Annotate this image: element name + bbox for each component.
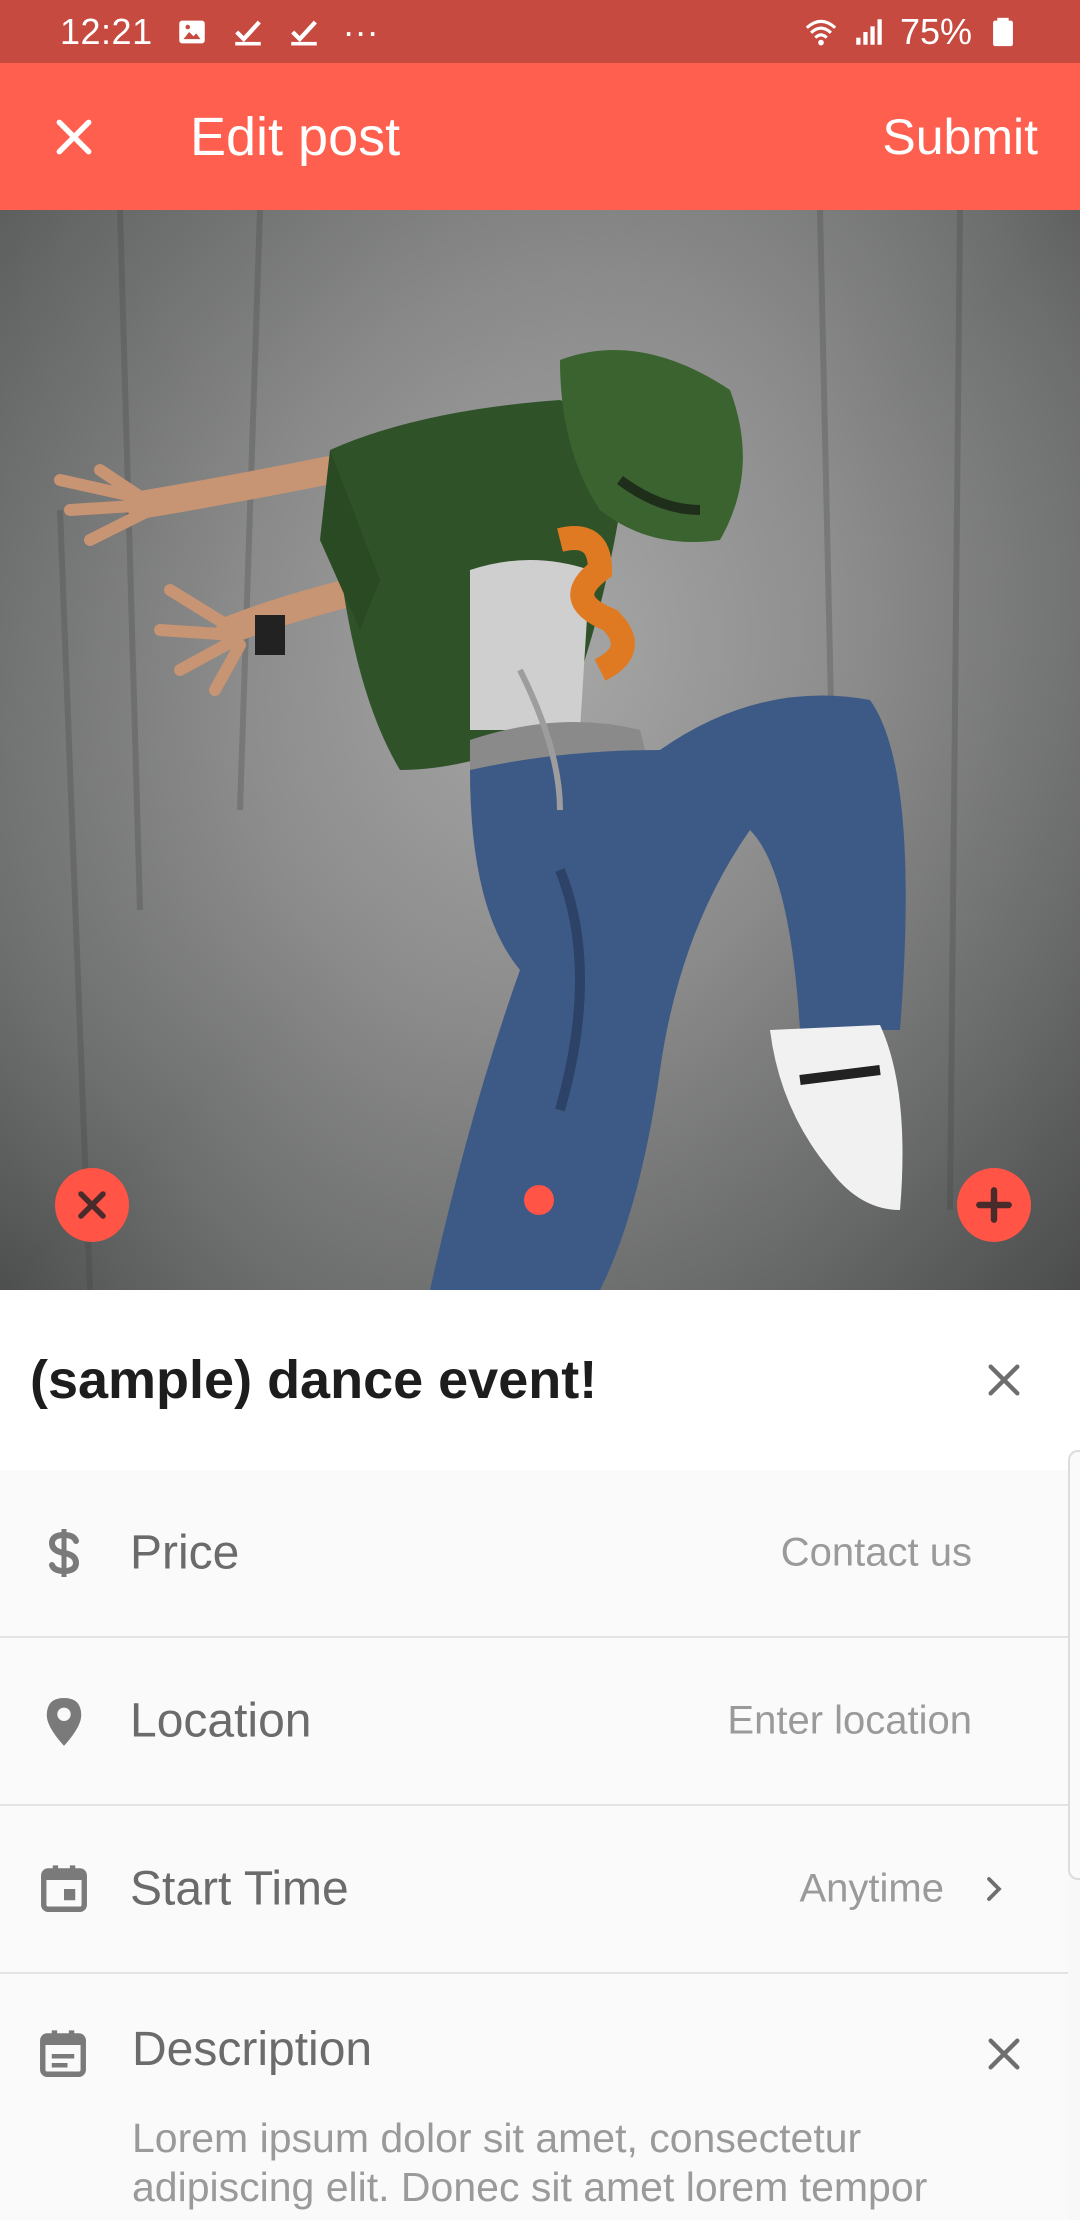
close-circle-icon	[78, 1191, 106, 1219]
post-title-row[interactable]: (sample) dance event!	[0, 1290, 1080, 1472]
page-title: Edit post	[190, 106, 401, 167]
checkmark-notification-icon	[234, 20, 261, 45]
post-photo[interactable]	[0, 210, 1080, 1290]
start-time-row[interactable]: Start Time Anytime	[0, 1806, 1068, 1974]
notes-icon	[36, 2026, 92, 2082]
price-row[interactable]: Price Contact us	[0, 1470, 1068, 1638]
battery-percent: 75%	[899, 10, 972, 52]
clear-description-button[interactable]	[976, 2026, 1032, 2082]
post-title[interactable]: (sample) dance event!	[30, 1349, 597, 1411]
location-label: Location	[130, 1694, 312, 1748]
more-notifications-indicator: ···	[342, 10, 379, 52]
close-icon	[988, 1364, 1020, 1396]
dancer-photo	[0, 210, 1080, 1290]
close-icon	[988, 2038, 1020, 2070]
chevron-right-icon[interactable]	[974, 1869, 1014, 1909]
checkmark-notification-icon-2	[290, 20, 317, 45]
signal-icon	[856, 18, 882, 45]
start-time-value[interactable]: Anytime	[800, 1867, 945, 1912]
price-label: Price	[130, 1526, 240, 1580]
status-time: 12:21	[60, 10, 153, 52]
battery-icon	[993, 17, 1013, 46]
wifi-icon	[805, 19, 837, 45]
start-time-label: Start Time	[130, 1862, 349, 1916]
status-left: 12:21 ···	[60, 11, 379, 53]
scroll-edge-indicator[interactable]	[1068, 1450, 1080, 1880]
carousel-page-indicator	[524, 1185, 554, 1215]
app-header: Edit post Submit	[0, 63, 1080, 210]
submit-button[interactable]: Submit	[882, 108, 1038, 166]
description-section[interactable]: Description Lorem ipsum dolor sit amet, …	[0, 1974, 1068, 2220]
close-button[interactable]	[44, 107, 104, 167]
location-pin-icon	[36, 1693, 92, 1749]
status-bar: 12:21 ··· 75%	[0, 0, 1080, 63]
close-icon	[56, 119, 92, 154]
clear-title-button[interactable]	[976, 1352, 1032, 1408]
description-label: Description	[132, 2023, 373, 2076]
calendar-icon	[36, 1861, 92, 1917]
plus-circle-icon	[976, 1187, 1012, 1223]
status-right: 75%	[804, 11, 1020, 53]
add-photo-button[interactable]	[957, 1168, 1031, 1242]
gallery-notification-icon	[178, 20, 205, 43]
remove-photo-button[interactable]	[55, 1168, 129, 1242]
dollar-icon	[36, 1525, 92, 1581]
price-value[interactable]: Contact us	[781, 1531, 972, 1576]
location-row[interactable]: Location Enter location	[0, 1638, 1068, 1806]
description-text[interactable]: Lorem ipsum dolor sit amet, consectetur …	[132, 2114, 992, 2212]
location-input[interactable]: Enter location	[727, 1699, 972, 1744]
